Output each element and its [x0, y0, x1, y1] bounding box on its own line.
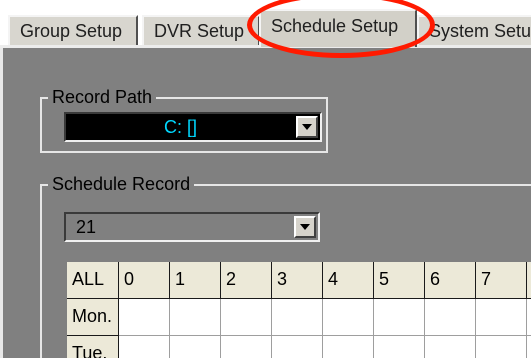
grid-cell[interactable]	[323, 336, 374, 358]
record-path-value: C: []	[164, 117, 198, 137]
chevron-down-icon	[300, 224, 310, 230]
grid-cell[interactable]	[119, 336, 170, 358]
grid-row-header-mon[interactable]: Mon.	[67, 299, 119, 336]
tab-system-setup[interactable]: System Setup	[417, 15, 531, 45]
record-path-legend: Record Path	[48, 85, 157, 109]
tab-dvr-setup[interactable]: DVR Setup	[142, 15, 260, 45]
grid-cell[interactable]	[476, 336, 527, 358]
grid-cell[interactable]	[476, 299, 527, 336]
grid-header-all[interactable]: ALL	[67, 262, 119, 299]
grid-header-hour[interactable]: 5	[374, 262, 425, 299]
grid-cell[interactable]	[119, 299, 170, 336]
grid-cell[interactable]	[374, 299, 425, 336]
grid-cell[interactable]	[272, 299, 323, 336]
grid-header-hour[interactable]: 8	[527, 262, 531, 299]
grid-cell[interactable]	[323, 299, 374, 336]
grid-header-hour[interactable]: 0	[119, 262, 170, 299]
grid-header-hour[interactable]: 3	[272, 262, 323, 299]
tab-bar: Group Setup DVR Setup Schedule Setup Sys…	[0, 0, 531, 48]
grid-cell[interactable]	[527, 336, 531, 358]
grid-header-hour[interactable]: 6	[425, 262, 476, 299]
tab-group-setup[interactable]: Group Setup	[8, 15, 138, 45]
grid-cell[interactable]	[221, 336, 272, 358]
schedule-number-dropdown-button[interactable]	[294, 216, 316, 238]
grid-cell[interactable]	[272, 336, 323, 358]
grid-header-hour[interactable]: 2	[221, 262, 272, 299]
schedule-number-select[interactable]: 21	[64, 212, 320, 242]
grid-cell[interactable]	[527, 299, 531, 336]
chevron-down-icon	[302, 124, 312, 130]
schedule-record-legend: Schedule Record	[48, 172, 195, 196]
schedule-number-value: 21	[76, 217, 97, 237]
grid-cell[interactable]	[425, 299, 476, 336]
grid-cell[interactable]	[170, 336, 221, 358]
grid-cell[interactable]	[374, 336, 425, 358]
grid-header-hour[interactable]: 1	[170, 262, 221, 299]
grid-cell[interactable]	[425, 336, 476, 358]
grid-header-hour[interactable]: 7	[476, 262, 527, 299]
record-path-select[interactable]: C: []	[64, 112, 322, 142]
grid-header-hour[interactable]: 4	[323, 262, 374, 299]
grid-row-header-tue[interactable]: Tue.	[67, 336, 119, 358]
tab-schedule-setup[interactable]: Schedule Setup	[259, 9, 417, 47]
grid-cell[interactable]	[170, 299, 221, 336]
record-path-dropdown-button[interactable]	[296, 116, 318, 138]
schedule-grid: ALL 0 1 2 3 4 5 6 7 8 Mon. Tue.	[67, 262, 531, 358]
grid-cell[interactable]	[221, 299, 272, 336]
